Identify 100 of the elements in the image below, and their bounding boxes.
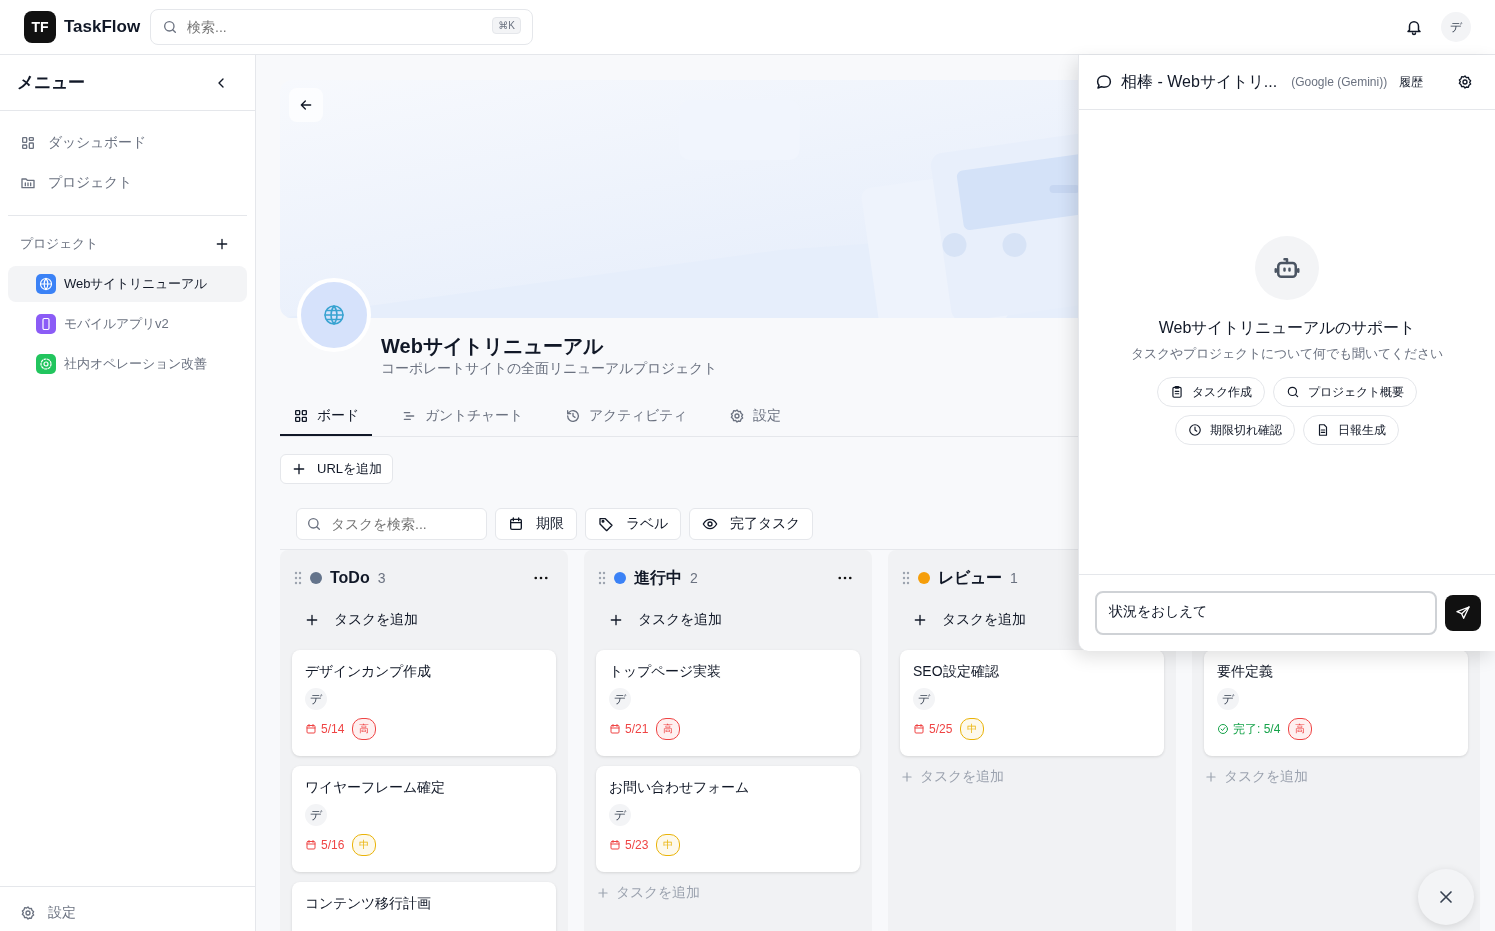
task-title: 要件定義: [1217, 662, 1273, 680]
task-card[interactable]: コンテンツ移行計画: [292, 882, 556, 931]
history-button[interactable]: 履歴: [1399, 73, 1424, 91]
add-url-button[interactable]: URLを追加: [280, 454, 393, 484]
task-title: お問い合わせフォーム: [609, 778, 749, 796]
due-date: 5/25: [913, 722, 953, 736]
priority-badge: 中: [352, 834, 377, 856]
send-icon: [1455, 605, 1471, 621]
settings-link[interactable]: 設定: [8, 895, 247, 931]
settings-icon[interactable]: [1457, 74, 1473, 90]
filter-button[interactable]: ラベル: [585, 508, 681, 540]
chat-bubble-icon: [1095, 73, 1113, 91]
plus-icon: [900, 770, 914, 784]
priority-badge: 高: [656, 718, 681, 740]
send-button[interactable]: [1445, 595, 1481, 631]
history-icon: [565, 408, 581, 424]
tag-icon: [598, 516, 614, 532]
due-date: 5/23: [609, 838, 649, 852]
suggestion-chip[interactable]: タスク作成: [1157, 377, 1265, 407]
nav-item[interactable]: プロジェクト: [8, 165, 247, 201]
task-title: コンテンツ移行計画: [305, 894, 431, 912]
plus-icon: [912, 612, 928, 628]
task-search-field[interactable]: タスクを検索...: [296, 508, 487, 540]
assistant-subheading: タスクやプロジェクトについて何でも聞いてください: [1131, 345, 1443, 363]
assignee-avatar: デ: [913, 688, 935, 710]
calendar-icon: [913, 723, 925, 735]
shortcut-hint: ⌘K: [492, 17, 521, 34]
drag-handle-icon[interactable]: [294, 571, 302, 585]
clock-icon: [1188, 423, 1202, 437]
more-icon[interactable]: [534, 576, 548, 580]
task-title: SEO設定確認: [913, 662, 999, 680]
assignee-avatar: デ: [1217, 688, 1239, 710]
project-title: Webサイトリニューアル: [381, 334, 605, 358]
project-item[interactable]: モバイルアプリv2: [8, 306, 247, 342]
task-card[interactable]: お問い合わせフォーム デ 5/23 中: [596, 766, 860, 872]
task-count: 1: [1010, 570, 1018, 586]
grid-icon: [20, 135, 36, 151]
tab[interactable]: 設定: [716, 398, 794, 436]
document-icon: [1316, 423, 1330, 437]
back-button[interactable]: [289, 88, 323, 122]
task-card[interactable]: SEO設定確認 デ 5/25 中: [900, 650, 1164, 756]
task-card[interactable]: ワイヤーフレーム確定 デ 5/16 中: [292, 766, 556, 872]
drag-handle-icon[interactable]: [902, 571, 910, 585]
suggestion-chip[interactable]: プロジェクト概要: [1273, 377, 1417, 407]
message-field[interactable]: 状況をおしえて: [1095, 591, 1437, 635]
arrow-left-icon: [298, 97, 314, 113]
plus-icon[interactable]: [214, 236, 230, 252]
project-description: コーポレートサイトの全面リニューアルプロジェクト: [381, 360, 717, 378]
due-date: 完了: 5/4: [1217, 720, 1281, 738]
plus-icon: [291, 461, 307, 477]
sidebar-title: メニュー: [17, 72, 85, 94]
settings-icon: [729, 408, 745, 424]
column-title: レビュー: [938, 567, 1002, 588]
task-title: ワイヤーフレーム確定: [305, 778, 445, 796]
task-card[interactable]: 要件定義 デ 完了: 5/4 高: [1204, 650, 1468, 756]
chat-title: 相棒 - Webサイトリ...: [1121, 71, 1278, 92]
assistant-heading: Webサイトリニューアルのサポート: [1158, 318, 1416, 338]
assignee-avatar: デ: [305, 804, 327, 826]
tab[interactable]: ボード: [280, 398, 372, 436]
add-task-button[interactable]: タスクを追加: [292, 611, 418, 629]
bell-icon[interactable]: [1405, 18, 1423, 36]
plus-icon: [608, 612, 624, 628]
due-date: 5/14: [305, 722, 345, 736]
due-date: 5/16: [305, 838, 345, 852]
settings-icon: [20, 905, 36, 921]
task-card[interactable]: トップページ実装 デ 5/21 高: [596, 650, 860, 756]
project-item[interactable]: Webサイトリニューアル: [8, 266, 247, 302]
more-icon[interactable]: [838, 576, 852, 580]
eye-icon: [702, 516, 718, 532]
calendar-icon: [609, 723, 621, 735]
app-logo: TF: [24, 11, 56, 43]
suggestion-chip[interactable]: 日報生成: [1303, 415, 1399, 445]
priority-badge: 中: [656, 834, 681, 856]
tab[interactable]: ガントチャート: [388, 398, 536, 436]
user-avatar[interactable]: デ: [1441, 12, 1471, 42]
task-title: デザインカンプ作成: [305, 662, 431, 680]
check-circle-icon: [1217, 723, 1229, 735]
calendar-icon: [609, 839, 621, 851]
task-title: トップページ実装: [609, 662, 721, 680]
task-count: 3: [377, 570, 386, 586]
tab[interactable]: アクティビティ: [552, 398, 700, 436]
suggestion-chip[interactable]: 期限切れ確認: [1175, 415, 1295, 445]
assignee-avatar: デ: [609, 688, 631, 710]
section-title: プロジェクト: [20, 235, 98, 253]
task-card[interactable]: デザインカンプ作成 デ 5/14 高: [292, 650, 556, 756]
plus-icon: [1204, 770, 1218, 784]
priority-badge: 中: [960, 718, 985, 740]
calendar-icon: [508, 516, 524, 532]
model-name: (Google (Gemini)): [1291, 75, 1388, 89]
column-title: 進行中: [634, 567, 682, 588]
add-task-button[interactable]: タスクを追加: [900, 611, 1026, 629]
nav-item[interactable]: ダッシュボード: [8, 125, 247, 161]
filter-button[interactable]: 完了タスク: [689, 508, 813, 540]
plus-icon: [596, 886, 610, 900]
project-item[interactable]: 社内オペレーション改善: [8, 346, 247, 382]
column-title: ToDo: [330, 569, 370, 587]
task-count: 2: [690, 570, 698, 586]
drag-handle-icon[interactable]: [598, 571, 606, 585]
filter-button[interactable]: 期限: [495, 508, 577, 540]
add-task-button[interactable]: タスクを追加: [596, 611, 722, 629]
